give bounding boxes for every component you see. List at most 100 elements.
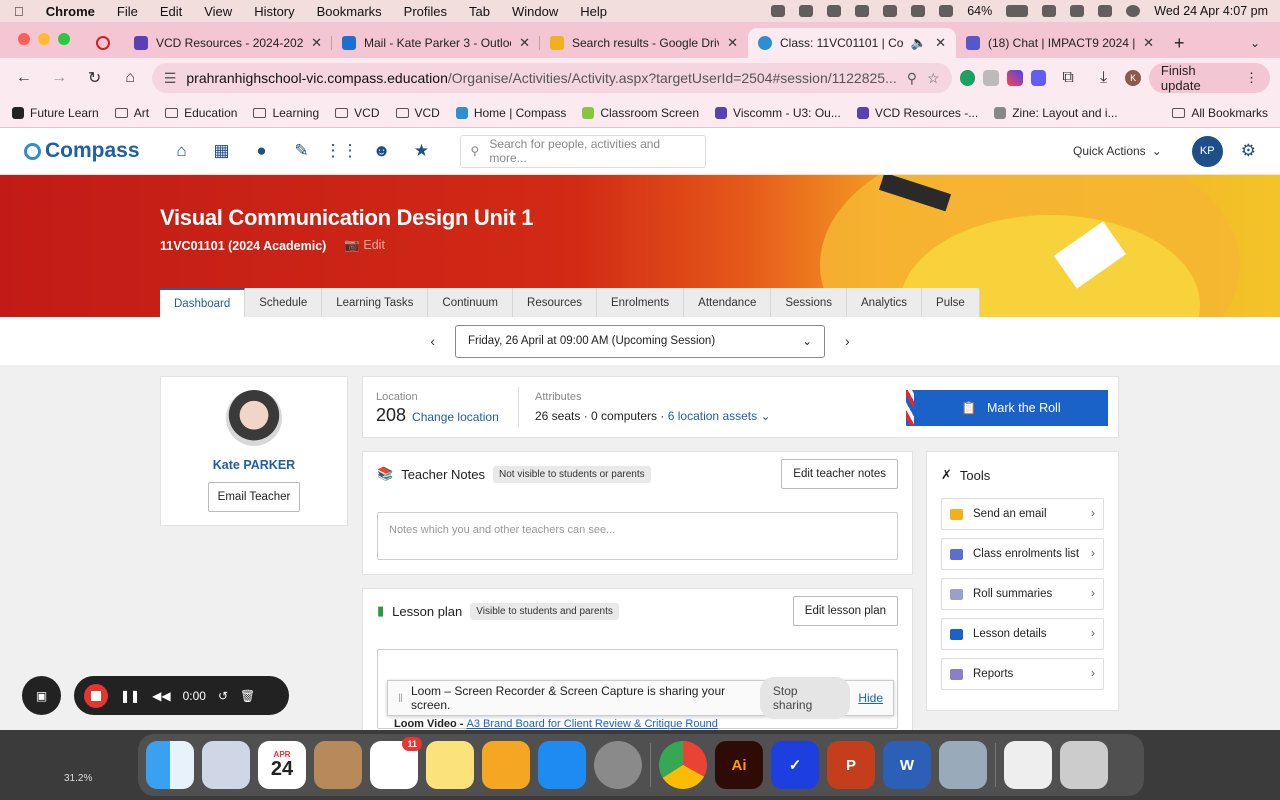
new-tab-button[interactable]: + (1164, 28, 1204, 58)
extension-icon[interactable] (1006, 70, 1023, 86)
volume-icon[interactable] (827, 5, 842, 17)
powerpoint-icon[interactable]: P (827, 741, 875, 789)
trash-icon[interactable]: 🗑 (240, 689, 255, 703)
calendar-app-icon[interactable]: APR 24 (258, 741, 306, 789)
home-icon[interactable]: ⌂ (162, 131, 202, 171)
tab-analytics[interactable]: Analytics (847, 288, 923, 317)
menu-edit[interactable]: Edit (160, 4, 182, 19)
battery-percent[interactable]: 64% (967, 4, 992, 18)
stop-sharing-button[interactable]: Stop sharing (759, 677, 851, 719)
pencil-icon[interactable]: ✎ (282, 131, 322, 171)
restart-icon[interactable]: ↺ (218, 689, 228, 703)
zoom-lens-icon[interactable]: ⚲ (907, 70, 917, 87)
menu-file[interactable]: File (117, 4, 138, 19)
chrome-icon[interactable] (659, 741, 707, 789)
display-icon[interactable] (911, 5, 926, 17)
launchpad-icon[interactable] (202, 741, 250, 789)
session-dropdown[interactable]: Friday, 26 April at 09:00 AM (Upcoming S… (455, 324, 825, 358)
tab-dashboard[interactable]: Dashboard (160, 288, 246, 317)
spotlight-icon[interactable] (1070, 5, 1085, 17)
menu-history[interactable]: History (254, 4, 294, 19)
minimize-window-button[interactable] (38, 33, 50, 45)
app-store-icon[interactable] (538, 741, 586, 789)
contacts-icon[interactable] (314, 741, 362, 789)
teacher-notes-field[interactable]: Notes which you and other teachers can s… (377, 512, 898, 560)
reload-icon[interactable]: ↻ (81, 64, 108, 92)
menu-clock[interactable]: Wed 24 Apr 4:07 pm (1154, 4, 1268, 18)
drag-handle-icon[interactable]: ‖ (398, 691, 403, 705)
control-center-icon[interactable] (1098, 5, 1113, 17)
tool-class-enrolments-list[interactable]: Class enrolments list › (941, 538, 1104, 570)
pages-icon[interactable] (482, 741, 530, 789)
tab-close-icon[interactable]: ✕ (1143, 35, 1154, 51)
tab-resources[interactable]: Resources (513, 288, 597, 317)
stop-recording-button[interactable] (84, 683, 108, 708)
people-icon[interactable]: ☻ (362, 131, 402, 171)
tab-close-icon[interactable]: ✕ (311, 35, 322, 51)
tab-continuum[interactable]: Continuum (428, 288, 514, 317)
grammarly-extension-icon[interactable] (959, 70, 976, 86)
menu-tab[interactable]: Tab (469, 4, 490, 19)
preview-icon[interactable] (939, 741, 987, 789)
word-icon[interactable]: W (883, 741, 931, 789)
wifi-icon[interactable] (1042, 5, 1057, 17)
finder-icon[interactable] (146, 741, 194, 789)
close-window-button[interactable] (18, 33, 30, 45)
bookmark-item[interactable]: Art (114, 106, 149, 120)
menu-view[interactable]: View (204, 4, 232, 19)
extensions-puzzle-icon[interactable]: ⧉ (1054, 64, 1081, 92)
recording-tab-icon[interactable] (84, 28, 124, 58)
change-location-link[interactable]: Change location (412, 410, 499, 424)
tab-vcd-resources[interactable]: VCD Resources - 2024-2028 ✕ (124, 28, 332, 58)
tool-roll-summaries[interactable]: Roll summaries › (941, 578, 1104, 610)
apple-icon[interactable]:  (14, 4, 24, 19)
tab-google-drive[interactable]: Search results - Google Drive ✕ (540, 28, 748, 58)
user-avatar[interactable]: KP (1191, 135, 1223, 167)
forward-icon[interactable]: → (45, 64, 72, 92)
airdrop-icon[interactable] (883, 5, 898, 17)
tab-search-chevron-icon[interactable]: ⌄ (1240, 28, 1280, 58)
maximize-window-button[interactable] (58, 33, 70, 45)
menu-window[interactable]: Window (512, 4, 558, 19)
system-settings-icon[interactable] (594, 741, 642, 789)
bookmark-item[interactable]: Viscomm - U3: Ou... (715, 106, 841, 120)
bookmark-item[interactable]: Classroom Screen (582, 106, 699, 120)
bookmark-star-icon[interactable]: ☆ (927, 70, 940, 87)
tab-close-icon[interactable]: ✕ (519, 35, 530, 51)
email-teacher-button[interactable]: Email Teacher (207, 482, 301, 512)
back-icon[interactable]: ← (10, 64, 37, 92)
loom-video-link[interactable]: A3 Brand Board for Client Review & Criti… (467, 718, 718, 730)
calendar-icon[interactable]: ▦ (202, 131, 242, 171)
bookmark-item[interactable]: VCD (335, 106, 380, 120)
menu-app-name[interactable]: Chrome (46, 4, 95, 19)
profile-avatar[interactable]: K (1125, 70, 1141, 86)
reminders-icon[interactable]: 11 (370, 737, 422, 789)
tool-reports[interactable]: Reports › (941, 658, 1104, 690)
previous-session-icon[interactable]: ‹ (430, 333, 435, 349)
quick-actions-menu[interactable]: Quick Actions ⌄ (1073, 144, 1162, 158)
bookmark-item[interactable]: Future Learn (12, 106, 99, 120)
menu-bookmarks[interactable]: Bookmarks (317, 4, 382, 19)
compass-logo[interactable]: Compass (24, 139, 140, 163)
menu-help[interactable]: Help (580, 4, 607, 19)
next-session-icon[interactable]: › (845, 333, 850, 349)
site-info-icon[interactable]: ☰ (164, 70, 177, 87)
bookmark-item[interactable]: Learning (253, 106, 319, 120)
teacher-name[interactable]: Kate PARKER (161, 458, 347, 472)
pause-icon[interactable]: ❚❚ (120, 689, 140, 703)
home-icon[interactable]: ⌂ (116, 64, 143, 92)
mark-roll-button[interactable]: 📋 Mark the Roll (906, 390, 1108, 426)
docx-file-icon[interactable] (1004, 741, 1052, 789)
screen-share-icon[interactable] (799, 5, 814, 17)
star-icon[interactable]: ★ (402, 131, 442, 171)
tab-learning-tasks[interactable]: Learning Tasks (322, 288, 429, 317)
loom-extension-icon[interactable] (1030, 70, 1047, 86)
finish-update-button[interactable]: Finish update ⋮ (1148, 63, 1271, 93)
menu-profiles[interactable]: Profiles (404, 4, 447, 19)
people-activity-search[interactable]: ⚲ Search for people, activities and more.… (459, 134, 706, 168)
rewind-icon[interactable]: ◀◀ (152, 689, 170, 703)
bookmark-item[interactable]: Education (165, 106, 237, 120)
camera-toggle-button[interactable]: ▣ (22, 676, 61, 715)
tool-send-an-email[interactable]: Send an email › (941, 498, 1104, 530)
bookmark-item[interactable]: VCD (395, 106, 440, 120)
